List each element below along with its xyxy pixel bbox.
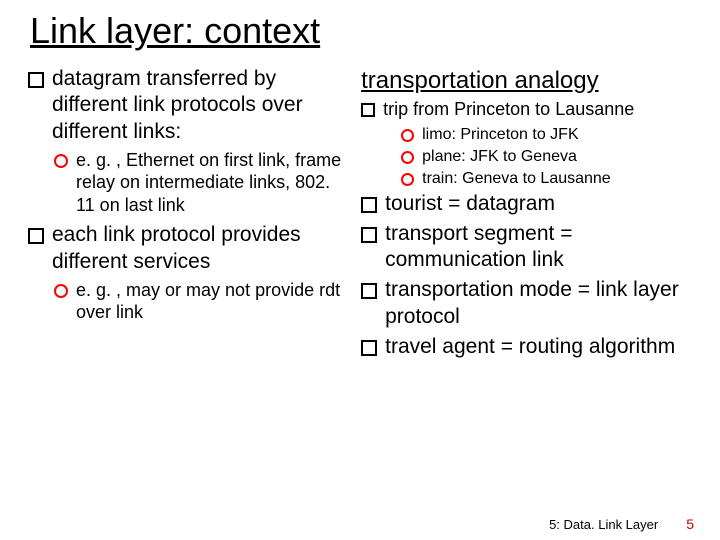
circle-bullet-icon [54,154,68,168]
square-bullet-icon [28,228,44,244]
square-bullet-icon [28,72,44,88]
bullet-trip: trip from Princeton to Lausanne [361,98,692,121]
bullet-text: datagram transferred by different link p… [52,66,343,145]
bullet-text: tourist = datagram [385,191,692,217]
page-number: 5 [686,516,694,532]
bullet-text: e. g. , Ethernet on first link, frame re… [76,149,343,217]
page-title: Link layer: context [30,10,692,52]
square-bullet-icon [361,103,375,117]
circle-bullet-icon [401,129,414,142]
bullet-transport-segment: transport segment = communication link [361,221,692,274]
bullet-text: transport segment = communication link [385,221,692,274]
right-column: transportation analogy trip from Princet… [361,66,692,364]
square-bullet-icon [361,340,377,356]
analogy-heading: transportation analogy [361,66,692,96]
bullet-text: travel agent = routing algorithm [385,334,692,360]
bullet-each-link: each link protocol provides different se… [28,222,343,275]
subbullet-train: train: Geneva to Lausanne [401,169,692,189]
bullet-travel-agent: travel agent = routing algorithm [361,334,692,360]
footer: 5: Data. Link Layer 5 [549,516,694,532]
footer-label: 5: Data. Link Layer [549,517,658,532]
square-bullet-icon [361,227,377,243]
columns: datagram transferred by different link p… [28,66,692,364]
circle-bullet-icon [54,284,68,298]
bullet-transportation-mode: transportation mode = link layer protoco… [361,277,692,330]
bullet-datagram: datagram transferred by different link p… [28,66,343,145]
bullet-text: trip from Princeton to Lausanne [383,98,692,121]
slide: Link layer: context datagram transferred… [0,0,720,540]
bullet-text: train: Geneva to Lausanne [422,169,692,189]
circle-bullet-icon [401,173,414,186]
subbullet-limo: limo: Princeton to JFK [401,125,692,145]
bullet-text: e. g. , may or may not provide rdt over … [76,279,343,324]
square-bullet-icon [361,197,377,213]
bullet-text: transportation mode = link layer protoco… [385,277,692,330]
bullet-text: each link protocol provides different se… [52,222,343,275]
bullet-text: plane: JFK to Geneva [422,147,692,167]
square-bullet-icon [361,283,377,299]
subbullet-ethernet: e. g. , Ethernet on first link, frame re… [54,149,343,217]
circle-bullet-icon [401,151,414,164]
subbullet-plane: plane: JFK to Geneva [401,147,692,167]
left-column: datagram transferred by different link p… [28,66,343,364]
bullet-text: limo: Princeton to JFK [422,125,692,145]
subbullet-rdt: e. g. , may or may not provide rdt over … [54,279,343,324]
bullet-tourist: tourist = datagram [361,191,692,217]
